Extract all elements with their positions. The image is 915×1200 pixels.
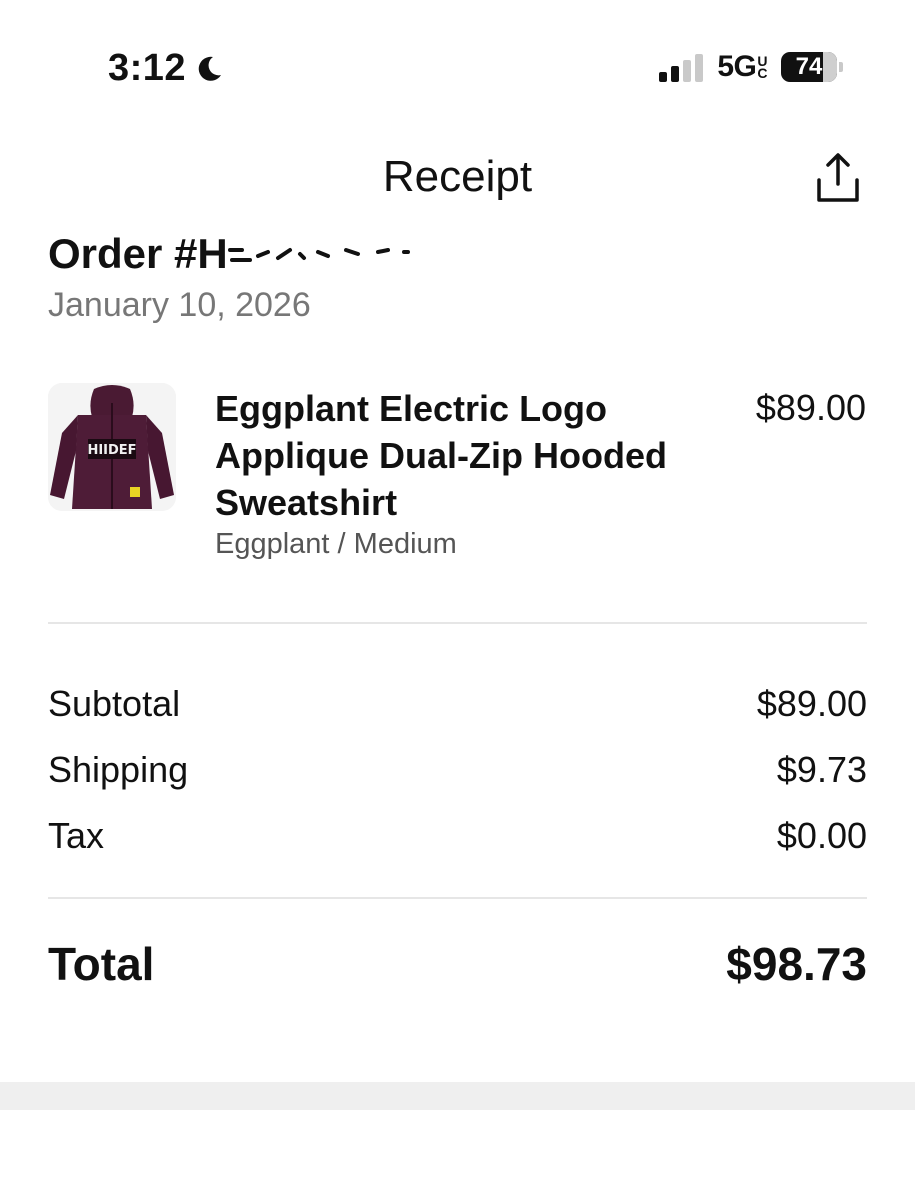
item-variant: Eggplant / Medium	[215, 528, 457, 560]
section-separator	[0, 1082, 915, 1110]
divider	[48, 897, 867, 899]
status-time-text: 3:12	[108, 47, 187, 89]
summary-value: $9.73	[776, 749, 867, 790]
share-button[interactable]	[812, 150, 864, 206]
order-number-redaction	[227, 235, 448, 278]
network-type: 5G U C	[717, 50, 767, 84]
status-bar: 3:12 5G U C 74	[0, 0, 915, 130]
summary-label: Shipping	[48, 749, 189, 790]
summary-label: Subtotal	[48, 683, 181, 724]
network-type-text: 5G	[717, 50, 757, 83]
order-number-text: Order #H	[48, 230, 228, 277]
divider	[48, 622, 867, 624]
total-row: Total $98.73	[48, 934, 867, 994]
header: Receipt	[0, 140, 915, 220]
item-name[interactable]: Eggplant Electric Logo Applique Dual-Zip…	[215, 385, 705, 526]
item-price: $89.00	[755, 387, 866, 428]
battery-icon: 74	[781, 52, 843, 82]
network-suffix: U C	[757, 54, 767, 81]
moon-icon	[198, 56, 222, 81]
order-number: Order #H	[48, 230, 448, 278]
hoodie-logo-text: HIIDEF	[87, 443, 136, 458]
share-icon	[817, 153, 859, 202]
cellular-signal-icon	[659, 52, 704, 82]
summary-label: Tax	[48, 815, 105, 856]
hoodie-image: HIIDEF	[48, 383, 176, 511]
network-suffix-bottom: C	[757, 65, 767, 81]
page-title: Receipt	[382, 152, 533, 201]
item-thumbnail[interactable]: HIIDEF	[48, 383, 176, 511]
summary-value: $0.00	[776, 815, 867, 856]
battery-level: 74	[795, 53, 823, 80]
summary-value: $89.00	[756, 683, 867, 724]
total-label: Total	[48, 938, 155, 990]
summary-row-shipping: Shipping $9.73	[48, 748, 867, 792]
summary-row-tax: Tax $0.00	[48, 814, 867, 858]
total-value: $98.73	[726, 938, 867, 990]
status-time: 3:12	[108, 47, 224, 90]
summary-row-subtotal: Subtotal $89.00	[48, 682, 867, 726]
status-indicators: 5G U C 74	[659, 50, 843, 84]
order-date: January 10, 2026	[48, 286, 311, 324]
